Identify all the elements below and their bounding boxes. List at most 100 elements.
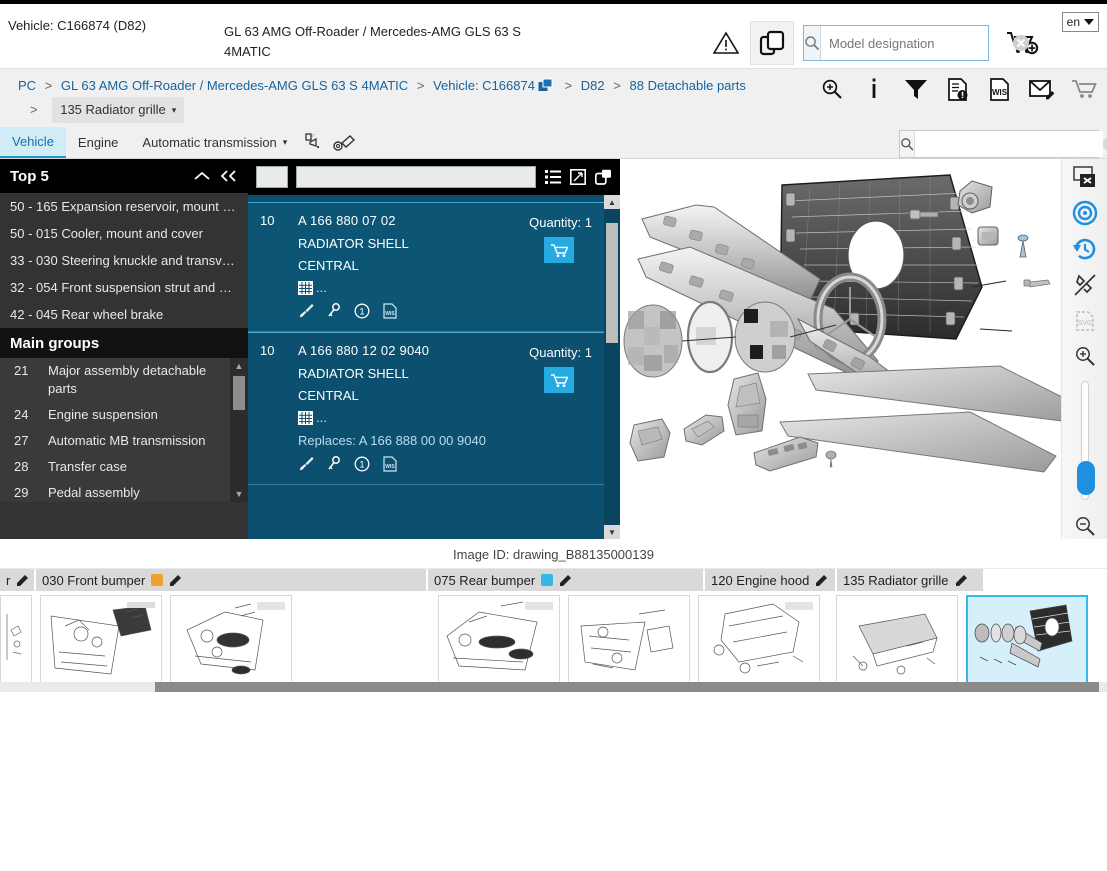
history-icon[interactable] — [1070, 236, 1100, 262]
paint-spray-icon[interactable] — [299, 127, 329, 158]
parts-search-input[interactable] — [915, 131, 1103, 157]
breadcrumb-item-detachable-parts[interactable]: 88 Detachable parts — [630, 78, 746, 93]
breadcrumb-chip-radiator-grille[interactable]: 135 Radiator grille ▾ — [52, 97, 185, 123]
zoom-out-icon[interactable] — [1070, 514, 1100, 539]
thumbnail-group-header-030-front-bumper[interactable]: 030 Front bumper — [36, 569, 428, 591]
copy-documents-icon[interactable] — [751, 22, 793, 64]
parts-filter-box[interactable] — [256, 166, 288, 188]
zoom-in-icon[interactable] — [1070, 343, 1100, 368]
key-icon[interactable] — [326, 303, 342, 319]
thumbnail-item[interactable] — [438, 595, 560, 687]
top5-item[interactable]: 33 - 030 Steering knuckle and transve... — [0, 247, 248, 274]
thumbnail-item[interactable] — [698, 595, 820, 687]
thumbnail-item[interactable] — [568, 595, 690, 687]
thumbnail-item[interactable] — [0, 595, 32, 687]
double-chevron-left-icon[interactable] — [220, 170, 238, 182]
info-icon[interactable] — [861, 75, 887, 103]
search-icon[interactable] — [900, 131, 915, 157]
edit-icon[interactable] — [559, 573, 573, 587]
main-groups-scrollbar[interactable]: ▲ ▼ — [230, 358, 248, 502]
search-icon[interactable] — [804, 26, 821, 60]
exploded-diagram[interactable] — [620, 159, 1107, 539]
thumbnail-item[interactable] — [40, 595, 162, 687]
edit-icon[interactable] — [815, 573, 829, 587]
model-search-input[interactable] — [821, 26, 1013, 60]
external-window-icon[interactable] — [538, 78, 553, 93]
thumbnail-item-selected[interactable] — [966, 595, 1088, 687]
main-group-item-28[interactable]: 28 Transfer case — [0, 454, 248, 480]
clear-circle-icon[interactable] — [1103, 137, 1107, 151]
drawing-viewer[interactable]: 100 80 90 75 70 10 60 50 40 18 17 15 55 … — [620, 159, 1107, 539]
key-icon[interactable] — [326, 456, 342, 472]
breadcrumb-item-vehicle[interactable]: Vehicle: C166874 — [433, 78, 535, 93]
horizontal-scrollbar-thumb[interactable] — [155, 682, 1099, 692]
svg-export-icon[interactable]: SVG — [1070, 308, 1100, 333]
add-to-cart-icon[interactable] — [544, 237, 574, 263]
footnote-1-icon[interactable]: 1 — [354, 303, 370, 319]
top5-item[interactable]: 50 - 165 Expansion reservoir, mount a... — [0, 193, 248, 220]
zoom-slider[interactable] — [1076, 380, 1095, 500]
clear-circle-icon[interactable] — [1013, 35, 1029, 51]
document-alert-icon[interactable] — [945, 75, 971, 103]
thumbnail-item[interactable] — [300, 595, 430, 687]
mail-edit-icon[interactable] — [1029, 75, 1055, 103]
tab-automatic-transmission[interactable]: Automatic transmission ▾ — [130, 127, 299, 158]
cart-icon[interactable] — [1071, 75, 1097, 103]
main-group-item-27[interactable]: 27 Automatic MB transmission — [0, 428, 248, 454]
edit-icon[interactable] — [169, 573, 183, 587]
main-group-item-21[interactable]: 21 Major assembly detachable parts — [0, 358, 248, 402]
expand-icon[interactable] — [569, 168, 587, 186]
warning-triangle-icon[interactable] — [711, 29, 741, 57]
scroll-down-icon[interactable]: ▼ — [230, 486, 248, 502]
scroll-up-icon[interactable]: ▲ — [230, 358, 248, 374]
thumbnail-group-header-120-engine-hood[interactable]: 120 Engine hood — [705, 569, 837, 591]
breadcrumb-item-d82[interactable]: D82 — [581, 78, 605, 93]
zoom-search-icon[interactable] — [819, 75, 845, 103]
zoom-slider-thumb[interactable] — [1076, 460, 1095, 495]
chevron-up-icon[interactable] — [194, 171, 210, 181]
main-group-item-29[interactable]: 29 Pedal assembly — [0, 480, 248, 502]
scroll-up-icon[interactable]: ▲ — [604, 195, 620, 209]
edit-icon[interactable] — [16, 573, 30, 587]
thumbnail-item[interactable] — [170, 595, 292, 687]
wis-document-icon[interactable]: WIS — [987, 75, 1013, 103]
language-selector[interactable]: en — [1061, 12, 1099, 32]
filter-icon[interactable] — [903, 75, 929, 103]
top5-item[interactable]: 32 - 054 Front suspension strut and su..… — [0, 274, 248, 301]
scroll-down-icon[interactable]: ▼ — [604, 525, 620, 539]
breadcrumb-item-model[interactable]: GL 63 AMG Off-Roader / Mercedes-AMG GLS … — [61, 78, 408, 93]
parts-list-scrollbar[interactable]: ▲ ▼ — [604, 195, 620, 539]
scrollbar-thumb[interactable] — [606, 223, 618, 343]
close-image-icon[interactable] — [1070, 165, 1100, 190]
model-search[interactable] — [803, 25, 1029, 61]
bolt-wrench-icon[interactable] — [329, 127, 359, 158]
parts-filter-input[interactable] — [296, 166, 536, 188]
unpin-icon[interactable] — [1070, 272, 1100, 297]
thumbnail-group-header-r[interactable]: r — [0, 569, 36, 591]
list-view-icon[interactable] — [544, 168, 562, 186]
grid-icon[interactable] — [298, 280, 313, 295]
footnote-1-icon[interactable]: 1 — [354, 456, 370, 472]
grid-icon[interactable] — [298, 410, 313, 425]
top5-item[interactable]: 50 - 015 Cooler, mount and cover — [0, 220, 248, 247]
paint-brush-icon[interactable] — [298, 456, 314, 472]
thumbnail-item[interactable] — [836, 595, 958, 687]
tab-vehicle[interactable]: Vehicle — [0, 127, 66, 158]
paint-brush-icon[interactable] — [298, 303, 314, 319]
edit-icon[interactable] — [955, 573, 969, 587]
wis-document-icon[interactable]: WIS — [382, 303, 398, 319]
add-to-cart-icon[interactable] — [544, 367, 574, 393]
thumbnail-group-header-075-rear-bumper[interactable]: 075 Rear bumper — [428, 569, 705, 591]
target-icon[interactable] — [1070, 200, 1100, 226]
new-window-icon[interactable] — [594, 168, 612, 186]
tab-engine[interactable]: Engine — [66, 127, 130, 158]
part-row[interactable]: 10 A 166 880 07 02 RADIATOR SHELL CENTRA… — [248, 203, 620, 332]
parts-search[interactable] — [899, 130, 1107, 158]
scrollbar-thumb[interactable] — [233, 376, 245, 410]
top5-item[interactable]: 42 - 045 Rear wheel brake — [0, 301, 248, 328]
breadcrumb-item-pc[interactable]: PC — [18, 78, 36, 93]
wis-document-icon[interactable]: WIS — [382, 456, 398, 472]
main-group-item-24[interactable]: 24 Engine suspension — [0, 402, 248, 428]
thumbnail-group-header-135-radiator-grille[interactable]: 135 Radiator grille — [837, 569, 983, 591]
part-row[interactable]: 10 A 166 880 12 02 9040 RADIATOR SHELL C… — [248, 332, 620, 485]
